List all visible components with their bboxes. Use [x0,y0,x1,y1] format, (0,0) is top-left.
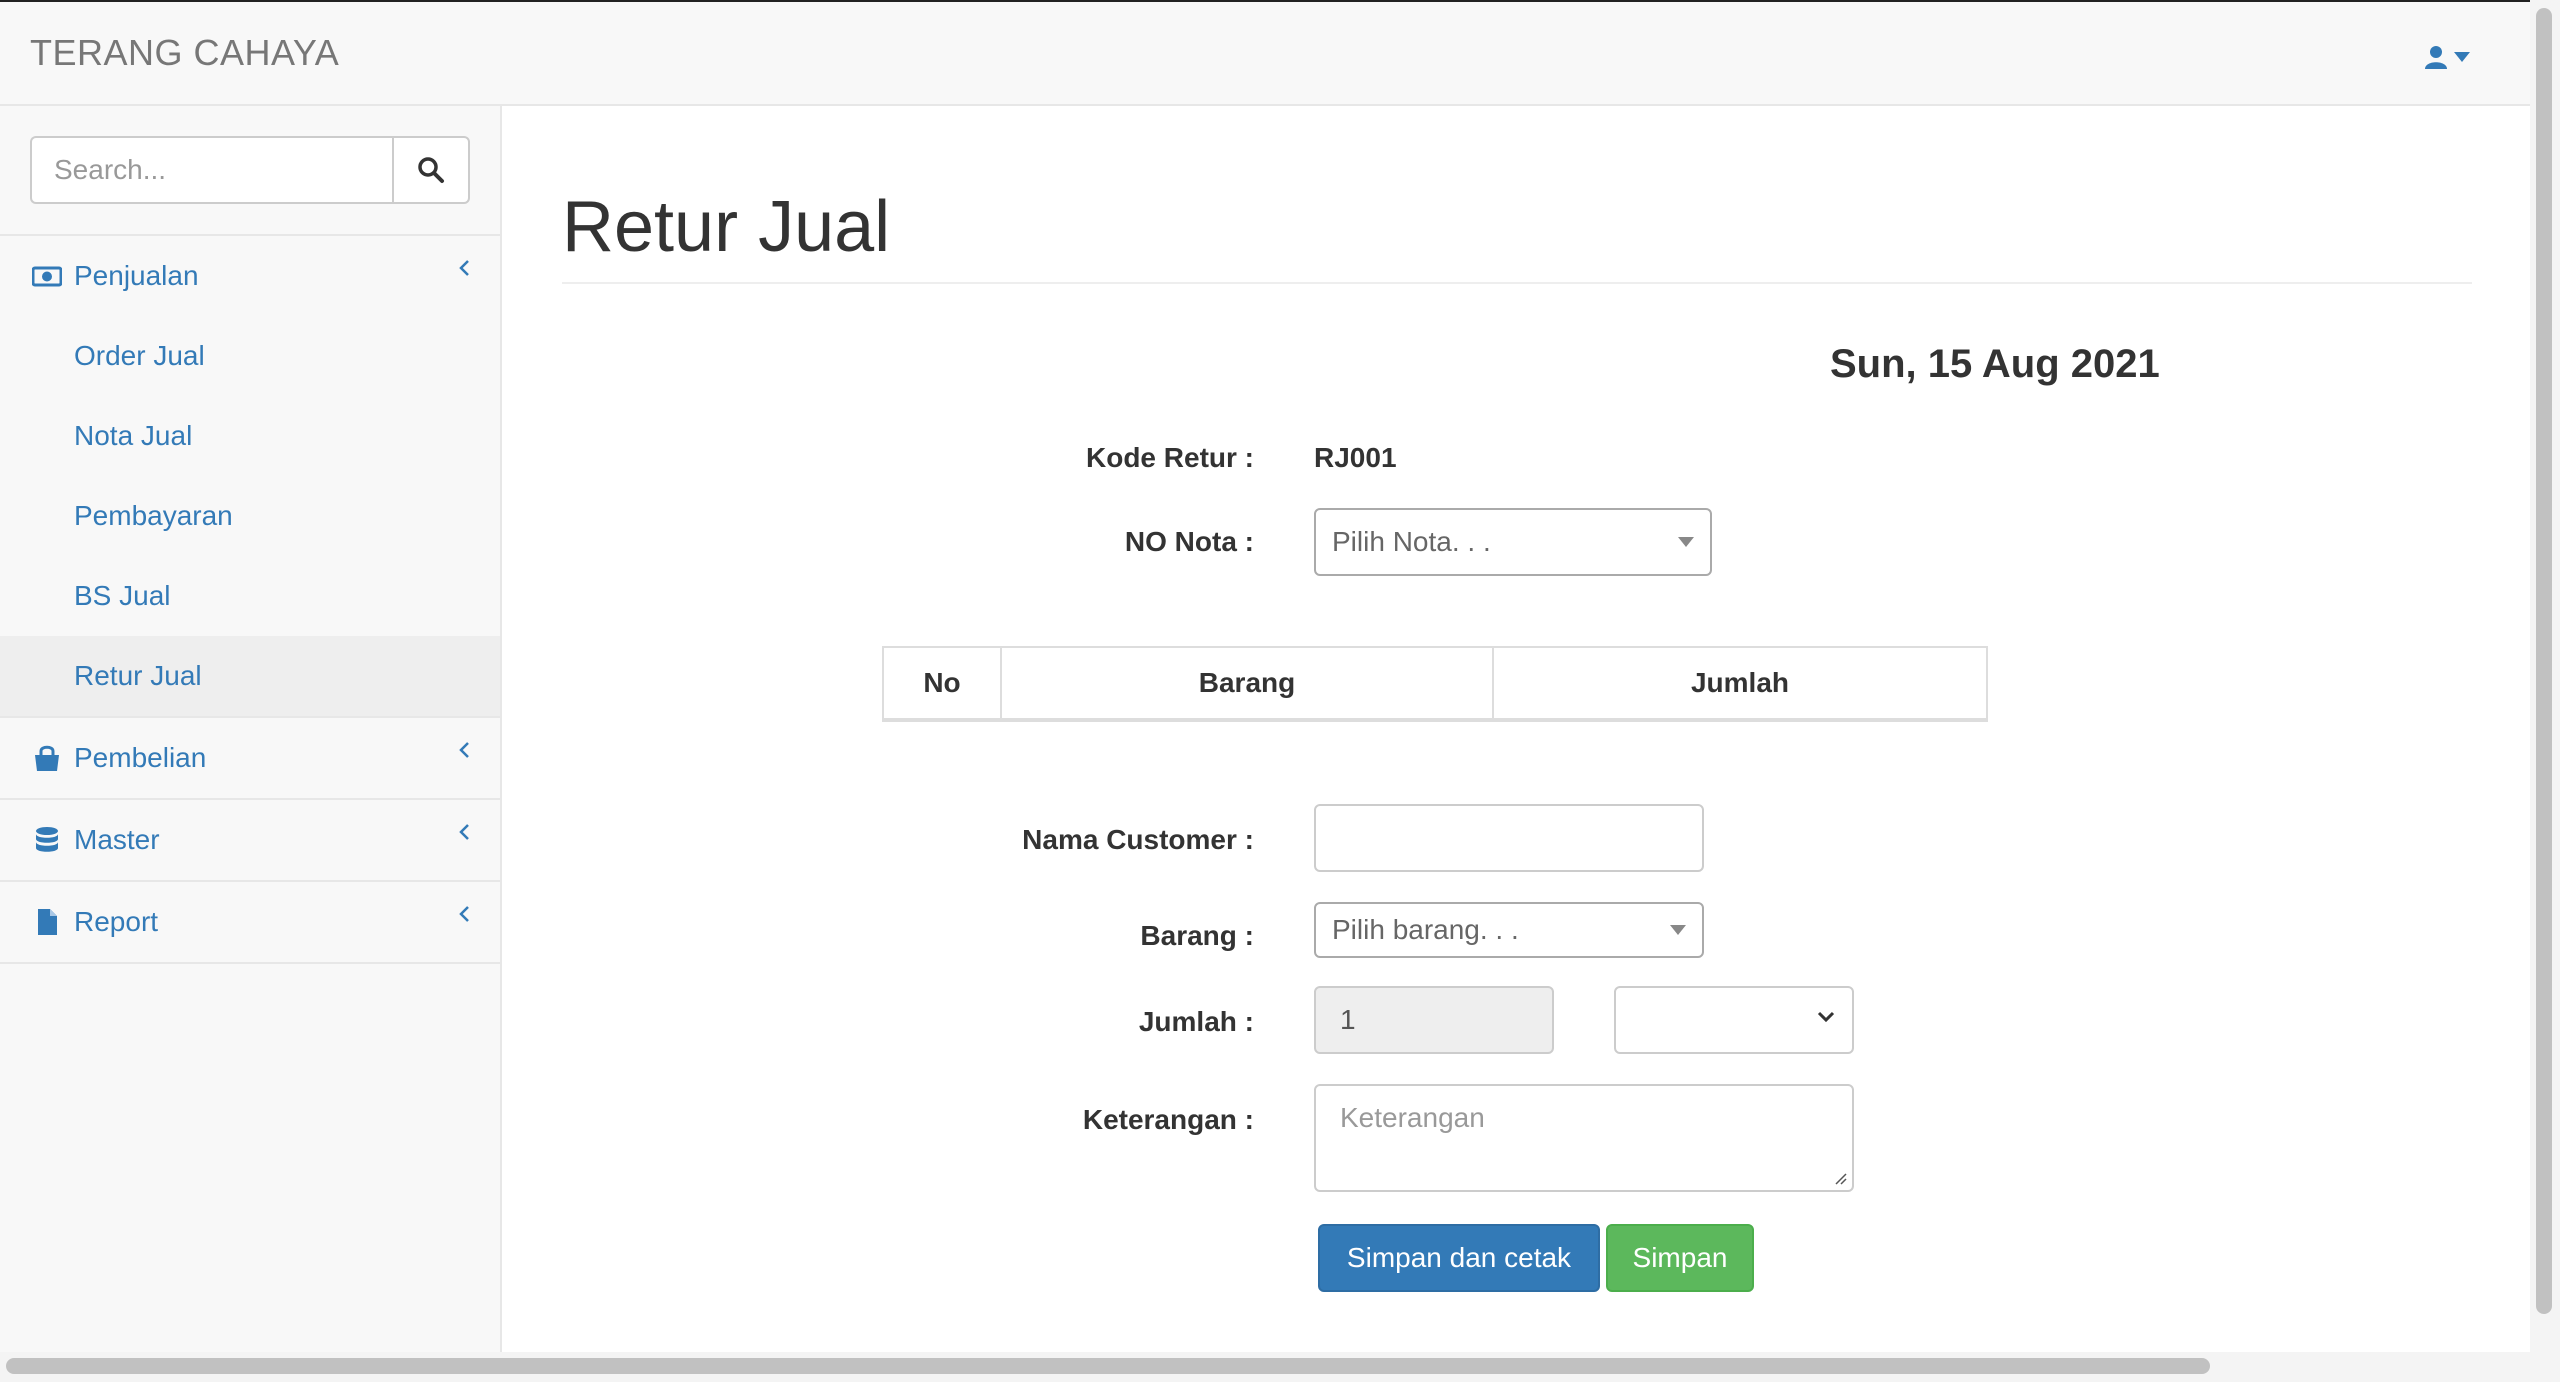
search-button[interactable] [392,136,470,204]
database-icon [36,827,58,852]
barang-label: Barang : [1140,920,1254,951]
file-icon [38,909,57,935]
sidebar-item-label: Penjualan [74,260,199,291]
money-icon [32,266,62,287]
nama-customer-input[interactable] [1314,804,1704,872]
sidebar-subitem-bs-jual[interactable]: BS Jual [0,556,500,636]
sidebar-subitem-label: BS Jual [74,580,171,611]
caret-down-icon [2454,52,2470,62]
user-icon [2425,46,2447,69]
search-icon [418,157,444,183]
chevron-left-icon [459,906,469,922]
sidebar-subitem-retur-jual[interactable]: Retur Jual [0,636,500,716]
unit-select[interactable] [1614,986,1854,1054]
top-navbar: TERANG CAHAYA [0,0,2530,106]
table-header-jumlah: Jumlah [1690,667,1790,698]
nama-customer-label: Nama Customer : [1022,824,1254,855]
sidebar-divider [0,962,500,964]
sidebar-subitem-nota-jual[interactable]: Nota Jual [0,396,500,476]
vertical-scrollbar[interactable] [2530,0,2560,1382]
sidebar-subitem-label: Order Jual [74,340,205,371]
shopping-bag-icon [35,745,59,771]
chevron-left-icon [459,824,469,840]
page-title: Retur Jual [562,187,891,267]
simpan-button[interactable]: Simpan [1606,1224,1754,1292]
search-input[interactable] [30,136,392,204]
chevron-left-icon [459,260,469,276]
keterangan-label: Keterangan : [1082,1104,1254,1135]
sidebar-item-label: Pembelian [74,742,207,773]
sidebar-item-pembelian[interactable]: Pembelian [0,718,500,798]
sidebar: Penjualan Order Jual Nota Jual Pembayara… [0,106,502,1352]
sidebar-subitem-pembayaran[interactable]: Pembayaran [0,476,500,556]
kode-retur-value: RJ001 [1314,442,1397,473]
sidebar-subitem-order-jual[interactable]: Order Jual [0,316,500,396]
horizontal-scrollbar-thumb[interactable] [6,1358,2210,1374]
keterangan-textarea[interactable]: Keterangan [1314,1084,1854,1192]
kode-retur-label: Kode Retur : [1086,442,1254,473]
current-date: Sun, 15 Aug 2021 [1830,342,2160,386]
sidebar-item-master[interactable]: Master [0,800,500,880]
no-nota-label: NO Nota : [1124,526,1254,557]
user-menu-button[interactable] [2424,42,2476,72]
jumlah-label: Jumlah : [1138,1006,1254,1037]
vertical-scrollbar-thumb[interactable] [2536,8,2552,1314]
brand-title[interactable]: TERANG CAHAYA [30,32,339,74]
main-content: Retur Jual Sun, 15 Aug 2021 Kode Retur :… [502,106,2530,1352]
sidebar-subitem-label: Pembayaran [74,500,233,531]
table-header-no: No [884,648,1002,718]
title-divider [562,282,2472,284]
resize-grip-icon[interactable] [1832,1170,1848,1186]
no-nota-placeholder: Pilih Nota. . . [1332,526,1491,557]
simpan-dan-cetak-button[interactable]: Simpan dan cetak [1318,1224,1600,1292]
sidebar-search [30,136,470,204]
items-table: No Barang Jumlah [882,646,1988,722]
dropdown-arrow-icon [1670,925,1686,935]
sidebar-item-label: Report [74,906,159,937]
keterangan-placeholder: Keterangan [1340,1102,1485,1133]
table-header-barang: Barang [1002,648,1494,718]
horizontal-scrollbar[interactable] [0,1352,2530,1382]
barang-placeholder: Pilih barang. . . [1332,914,1519,945]
sidebar-subitem-label: Nota Jual [74,420,193,451]
jumlah-input[interactable] [1314,986,1554,1054]
no-nota-select[interactable]: Pilih Nota. . . [1314,508,1712,576]
dropdown-arrow-icon [1678,537,1694,547]
barang-select[interactable]: Pilih barang. . . [1314,902,1704,958]
sidebar-item-label: Master [74,824,160,855]
chevron-down-icon [1817,1011,1835,1023]
sidebar-subitem-label: Retur Jual [74,660,202,691]
sidebar-item-report[interactable]: Report [0,882,500,962]
chevron-left-icon [459,742,469,758]
sidebar-item-penjualan[interactable]: Penjualan [0,236,500,316]
